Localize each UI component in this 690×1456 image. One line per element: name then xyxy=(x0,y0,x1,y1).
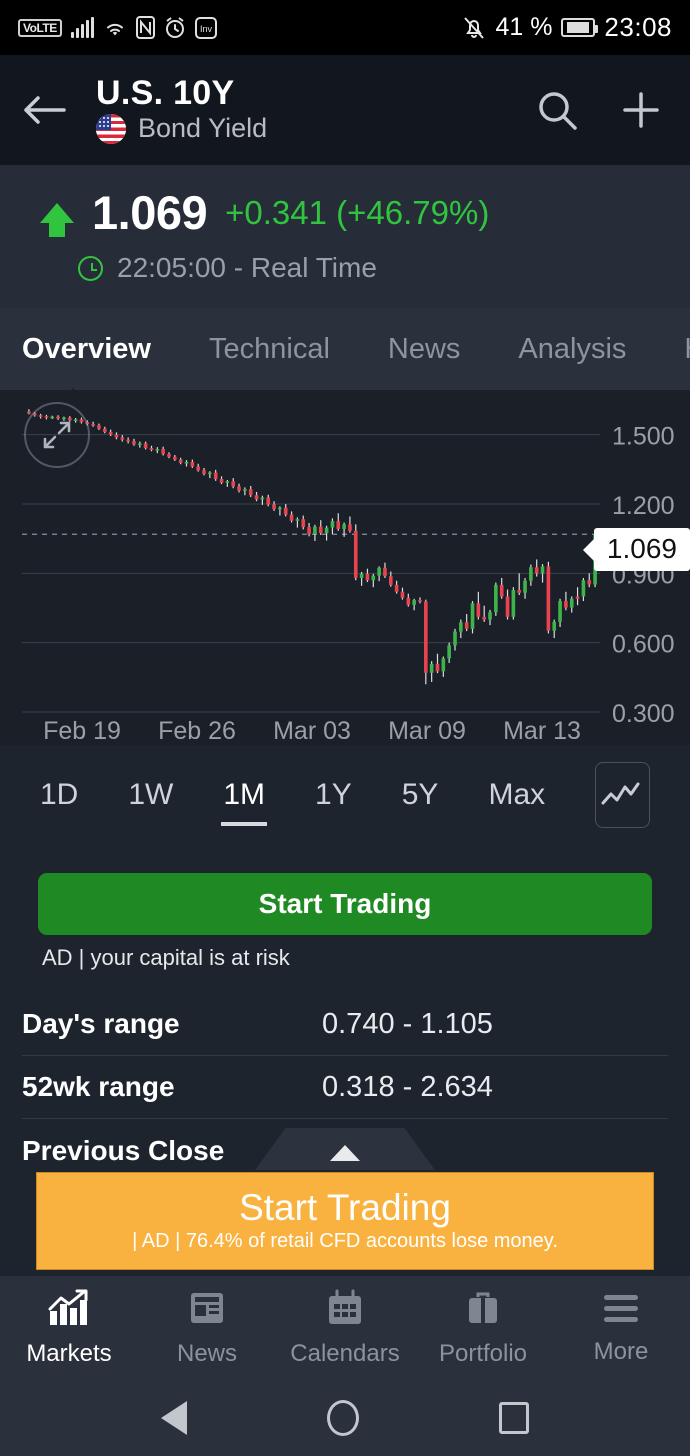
timeframe-5y[interactable]: 5Y xyxy=(402,778,439,812)
us-flag-icon xyxy=(96,113,126,144)
price-chart[interactable]: 1.500 1.200 0.900 0.600 0.300 Feb 19 Feb 26 Mar… xyxy=(0,390,690,745)
tab-overview[interactable]: Overview xyxy=(22,333,151,366)
price-change: +0.341 (+46.79%) xyxy=(225,193,490,231)
battery-charging-icon xyxy=(561,18,599,37)
start-trading-button[interactable]: Start Trading xyxy=(38,873,652,935)
nav-label: Markets xyxy=(26,1339,112,1367)
clock-icon xyxy=(78,255,103,281)
plus-icon[interactable] xyxy=(620,89,662,131)
timeframe-1y[interactable]: 1Y xyxy=(315,778,352,812)
tab-historical[interactable]: H xyxy=(684,333,690,366)
bottom-navigation: Markets News Calendars Portfolio More xyxy=(0,1276,690,1380)
search-icon[interactable] xyxy=(536,89,578,131)
detail-label: 52wk range xyxy=(22,1071,175,1102)
timeframe-1w[interactable]: 1W xyxy=(128,778,173,812)
table-row: Day's range 0.740 - 1.105 xyxy=(22,993,668,1056)
nav-item-portfolio[interactable]: Portfolio xyxy=(414,1289,552,1368)
svg-text:Mar 13: Mar 13 xyxy=(503,717,581,745)
status-bar: VoLTE Inv 41 % 23:08 xyxy=(0,0,690,55)
app-header: U.S. 10Y Bond Yield xyxy=(0,55,690,165)
svg-text:1.500: 1.500 xyxy=(612,423,675,451)
timeframe-selector: 1D 1W 1M 1Y 5Y Max xyxy=(0,745,690,845)
calendar-icon xyxy=(326,1289,364,1332)
nav-item-news[interactable]: News xyxy=(138,1289,276,1368)
investing-app-icon: Inv xyxy=(194,16,217,39)
candlestick-chart-canvas[interactable]: 1.5001.2000.9000.6000.300Feb 19 Feb 26 Mar… xyxy=(0,390,690,745)
svg-text:Mar 09: Mar 09 xyxy=(388,717,466,745)
trading-cta-section: Start Trading AD | your capital is at ri… xyxy=(0,845,690,971)
nav-label: Calendars xyxy=(290,1339,400,1367)
quote-timestamp: 22:05:00 - Real Time xyxy=(117,252,377,283)
alarm-icon xyxy=(164,16,186,39)
quote-panel: 1.069 +0.341 (+46.79%) 22:05:00 - Real T… xyxy=(0,165,690,308)
expand-fullscreen-icon[interactable] xyxy=(24,402,90,468)
current-price: 1.069 xyxy=(92,186,208,239)
svg-text:Mar 03: Mar 03 xyxy=(273,717,351,745)
svg-text:0.300: 0.300 xyxy=(612,700,675,728)
page-title: U.S. 10Y xyxy=(96,73,235,112)
wifi-icon xyxy=(103,18,127,38)
android-home-icon[interactable] xyxy=(327,1400,359,1436)
price-up-arrow-icon xyxy=(40,202,74,237)
timeframe-max[interactable]: Max xyxy=(488,778,545,812)
signal-bars-icon xyxy=(70,16,94,38)
detail-label: Day's range xyxy=(22,1008,180,1039)
nav-item-more[interactable]: More xyxy=(552,1291,690,1366)
table-row: 52wk range 0.318 - 2.634 xyxy=(22,1056,668,1119)
section-tabs: Overview Technical News Analysis H xyxy=(0,308,690,390)
ad-subtitle: | AD | 76.4% of retail CFD accounts lose… xyxy=(132,1230,558,1253)
tab-analysis[interactable]: Analysis xyxy=(518,333,626,366)
header-titles: U.S. 10Y Bond Yield xyxy=(76,73,536,145)
volte-icon: VoLTE xyxy=(18,18,62,37)
android-navigation-bar xyxy=(0,1380,690,1456)
current-price-marker: 1.069 xyxy=(582,528,690,571)
svg-text:1.200: 1.200 xyxy=(612,492,675,520)
android-back-icon[interactable] xyxy=(161,1401,187,1435)
bell-mute-icon xyxy=(462,15,486,41)
markets-chart-icon xyxy=(47,1289,91,1332)
svg-text:Feb 26: Feb 26 xyxy=(158,717,236,745)
ad-banner[interactable]: Start Trading | AD | 76.4% of retail CFD… xyxy=(36,1172,654,1270)
clock-time: 23:08 xyxy=(604,12,672,42)
tab-technical[interactable]: Technical xyxy=(209,333,330,366)
ad-collapse-handle[interactable] xyxy=(255,1128,435,1170)
nav-item-calendars[interactable]: Calendars xyxy=(276,1289,414,1368)
page-subtitle: Bond Yield xyxy=(138,113,268,144)
back-arrow-icon[interactable] xyxy=(22,93,76,127)
battery-percent: 41 % xyxy=(495,13,553,41)
line-chart-icon[interactable] xyxy=(595,762,650,828)
cta-disclaimer: AD | your capital is at risk xyxy=(42,945,290,970)
news-icon xyxy=(188,1289,226,1332)
nav-label: Portfolio xyxy=(438,1339,528,1367)
detail-value: 0.740 - 1.105 xyxy=(322,1007,493,1040)
tab-news[interactable]: News xyxy=(388,333,461,366)
nav-item-markets[interactable]: Markets xyxy=(0,1289,138,1368)
nav-label: News xyxy=(176,1339,237,1367)
chevron-up-icon xyxy=(330,1145,360,1161)
svg-text:0.600: 0.600 xyxy=(612,631,675,659)
detail-value: 0.318 - 2.634 xyxy=(322,1070,493,1103)
nfc-icon xyxy=(135,16,155,39)
svg-text:Feb 19: Feb 19 xyxy=(43,717,121,745)
hamburger-icon xyxy=(601,1291,641,1330)
ad-title: Start Trading xyxy=(239,1186,451,1228)
android-recents-icon[interactable] xyxy=(499,1402,529,1434)
briefcase-icon xyxy=(464,1289,502,1332)
svg-text:Inv: Inv xyxy=(200,24,213,34)
timeframe-1m[interactable]: 1M xyxy=(221,778,267,826)
timeframe-1d[interactable]: 1D xyxy=(40,778,78,812)
nav-label: More xyxy=(593,1337,649,1365)
